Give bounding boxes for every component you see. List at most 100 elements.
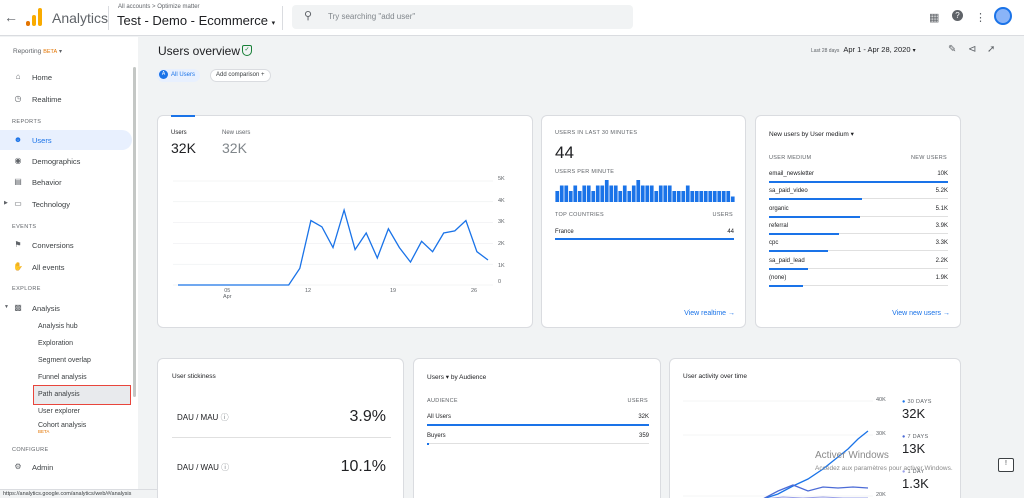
sidebar-subitem-path-analysis[interactable]: Path analysis bbox=[38, 391, 80, 398]
minute-bar[interactable] bbox=[654, 191, 659, 202]
table-row[interactable]: cpc 3.3K bbox=[769, 240, 948, 246]
info-icon[interactable]: ⓘ bbox=[221, 413, 229, 422]
minute-bar[interactable] bbox=[658, 185, 663, 203]
sidebar-scrollbar[interactable] bbox=[133, 67, 136, 397]
sidebar-item-home[interactable]: ⌂ Home bbox=[0, 67, 132, 87]
share-icon[interactable]: ⊲ bbox=[968, 44, 976, 55]
minute-bar[interactable] bbox=[676, 191, 681, 202]
table-row[interactable]: (none) 1.9K bbox=[769, 275, 948, 281]
sidebar-item-analysis[interactable]: ▼ ▩ Analysis bbox=[0, 298, 132, 318]
edit-icon[interactable]: ✎ bbox=[948, 44, 956, 55]
minute-bar[interactable] bbox=[730, 196, 735, 203]
minute-bar[interactable] bbox=[672, 191, 677, 202]
minute-bar[interactable] bbox=[577, 191, 582, 202]
minute-bar[interactable] bbox=[721, 191, 726, 202]
sidebar-item-realtime[interactable]: ◷ Realtime bbox=[0, 89, 132, 109]
minute-bar[interactable] bbox=[663, 185, 668, 203]
minute-bar[interactable] bbox=[649, 185, 654, 203]
sidebar-item-admin[interactable]: ⚙ Admin bbox=[0, 457, 132, 477]
minute-bar[interactable] bbox=[712, 191, 717, 202]
minute-bar[interactable] bbox=[726, 191, 731, 202]
sidebar-subitem-cohort-analysis[interactable]: Cohort analysis BETA bbox=[38, 422, 86, 434]
minute-bar[interactable] bbox=[685, 185, 690, 203]
users-by-audience-card: Users ▾ by Audience AUDIENCE USERS All U… bbox=[413, 358, 661, 498]
new-users-medium-card: New users by User medium ▾ USER MEDIUM N… bbox=[755, 115, 961, 328]
table-row[interactable]: sa_paid_lead 2.2K bbox=[769, 258, 948, 264]
sidebar-item-label: All events bbox=[32, 263, 65, 272]
minute-bar[interactable] bbox=[559, 185, 564, 203]
search-bar[interactable]: ⚲ Try searching "add user" bbox=[292, 5, 633, 29]
sidebar-item-demographics[interactable]: ◉ Demographics bbox=[0, 151, 132, 171]
sidebar-item-label: Analysis bbox=[32, 304, 60, 313]
sidebar-item-users[interactable]: ☻ Users bbox=[0, 130, 132, 150]
sidebar-item-all-events[interactable]: ✋ All events bbox=[0, 257, 132, 277]
table-row[interactable]: referral 3.9K bbox=[769, 223, 948, 229]
minute-bar[interactable] bbox=[618, 191, 623, 202]
table-row[interactable]: France 44 bbox=[555, 229, 734, 235]
table-row[interactable]: organic 5.1K bbox=[769, 206, 948, 212]
minute-bar[interactable] bbox=[667, 185, 672, 203]
table-row[interactable]: sa_paid_video 5.2K bbox=[769, 188, 948, 194]
sidebar-subitem-segment-overlap[interactable]: Segment overlap bbox=[38, 357, 91, 364]
minute-bar[interactable] bbox=[622, 185, 627, 203]
share-bar bbox=[769, 284, 803, 287]
minute-bar[interactable] bbox=[591, 191, 596, 202]
minute-bar[interactable] bbox=[613, 185, 618, 203]
view-realtime-link[interactable]: View realtime → bbox=[684, 310, 735, 317]
minute-bar[interactable] bbox=[703, 191, 708, 202]
more-vert-icon[interactable]: ⋮ bbox=[975, 11, 986, 24]
minute-bar[interactable] bbox=[582, 185, 587, 203]
minute-bar[interactable] bbox=[699, 191, 704, 202]
property-selector[interactable]: Test - Demo - Ecommerce ▾ bbox=[117, 13, 275, 28]
sidebar-item-behavior[interactable]: ▤ Behavior bbox=[0, 172, 132, 192]
minute-bar[interactable] bbox=[717, 191, 722, 202]
minute-bar[interactable] bbox=[555, 191, 560, 202]
minute-bar[interactable] bbox=[568, 191, 573, 202]
legend-item: ● 7 DAYS 13K bbox=[902, 434, 928, 456]
minute-bar[interactable] bbox=[681, 191, 686, 202]
table-row[interactable]: email_newsletter 10K bbox=[769, 171, 948, 177]
minute-bar[interactable] bbox=[690, 191, 695, 202]
back-arrow-icon[interactable]: ← bbox=[4, 9, 18, 25]
tab-new-users[interactable]: New users 32K bbox=[222, 130, 250, 156]
minute-bar[interactable] bbox=[564, 185, 569, 203]
all-users-chip[interactable]: A All Users bbox=[157, 69, 201, 82]
minute-bar[interactable] bbox=[694, 191, 699, 202]
minute-bar[interactable] bbox=[636, 180, 641, 202]
minute-bar[interactable] bbox=[640, 185, 645, 203]
minute-bar[interactable] bbox=[573, 185, 578, 203]
minute-bar[interactable] bbox=[645, 185, 650, 203]
sidebar-item-conversions[interactable]: ⚑ Conversions bbox=[0, 235, 132, 255]
minute-bar[interactable] bbox=[600, 185, 605, 203]
audience-card-title[interactable]: Users ▾ by Audience bbox=[427, 373, 486, 381]
minute-bar[interactable] bbox=[586, 185, 591, 203]
table-row[interactable]: All Users 32K bbox=[427, 414, 649, 420]
tab-users[interactable]: Users 32K bbox=[171, 130, 196, 156]
view-new-users-link[interactable]: View new users → bbox=[892, 310, 950, 317]
apps-grid-icon[interactable]: ▦ bbox=[929, 11, 939, 24]
minute-bar[interactable] bbox=[708, 191, 713, 202]
minute-bar[interactable] bbox=[595, 185, 600, 203]
minute-bar[interactable] bbox=[609, 185, 614, 203]
minute-bar[interactable] bbox=[627, 191, 632, 202]
medium-dropdown[interactable]: New users by User medium ▾ bbox=[769, 130, 854, 138]
medium-name: organic bbox=[769, 205, 789, 212]
feedback-icon[interactable]: ! bbox=[998, 458, 1014, 472]
avatar[interactable] bbox=[994, 7, 1012, 25]
breadcrumb[interactable]: All accounts > Optimize matter bbox=[118, 4, 200, 10]
help-icon[interactable]: ? bbox=[952, 10, 963, 21]
reporting-selector[interactable]: Reporting BETA ▾ bbox=[13, 48, 62, 55]
minute-bar[interactable] bbox=[631, 185, 636, 203]
verified-shield-icon: ✓ bbox=[242, 45, 252, 56]
minute-bar[interactable] bbox=[604, 180, 609, 202]
sidebar-item-technology[interactable]: ▶ ▭ Technology bbox=[0, 194, 132, 214]
sidebar-subitem-analysis-hub[interactable]: Analysis hub bbox=[38, 323, 78, 330]
sidebar-subitem-user-explorer[interactable]: User explorer bbox=[38, 408, 80, 415]
info-icon[interactable]: ⓘ bbox=[221, 463, 229, 472]
table-row[interactable]: Buyers 359 bbox=[427, 433, 649, 439]
sidebar-subitem-exploration[interactable]: Exploration bbox=[38, 340, 73, 347]
insights-icon[interactable]: ➚ bbox=[987, 44, 995, 55]
add-comparison-button[interactable]: Add comparison + bbox=[210, 69, 271, 82]
date-range-picker[interactable]: Last 28 days Apr 1 - Apr 28, 2020 ▾ bbox=[811, 45, 916, 54]
sidebar-subitem-funnel-analysis[interactable]: Funnel analysis bbox=[38, 374, 87, 381]
